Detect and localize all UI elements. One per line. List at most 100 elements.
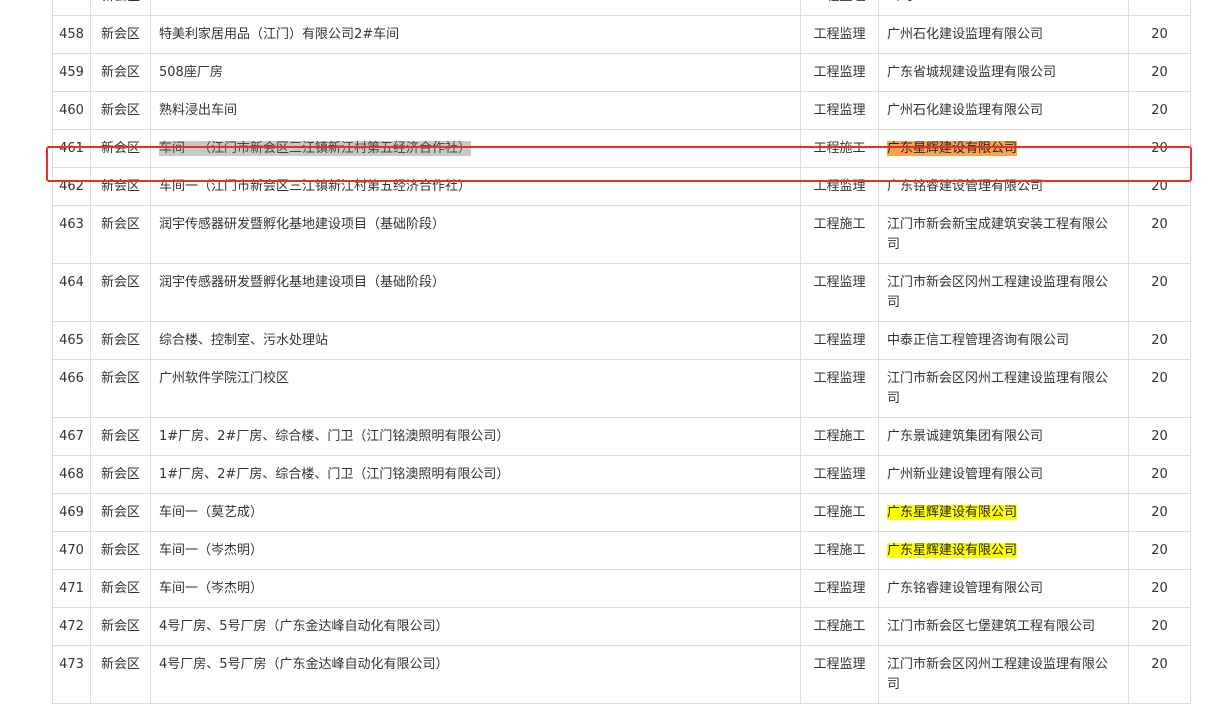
cell-type: 工程监理 bbox=[800, 359, 879, 418]
cell-district-text: 新会区 bbox=[100, 333, 140, 348]
cell-number: 473 bbox=[52, 645, 91, 704]
cell-number: 458 bbox=[52, 15, 91, 54]
table-row[interactable]: 459 新会区 508座厂房 工程监理 广东省城规建设监理有限公司 20 bbox=[52, 53, 1191, 92]
cell-type: 工程施工 bbox=[800, 493, 879, 532]
cell-district: 新会区 bbox=[90, 531, 151, 570]
cell-score: 20 bbox=[1128, 531, 1191, 570]
results-table-container: 新会区工程监理公司458新会区特美利家居用品（江门）有限公司2#车间工程监理广州… bbox=[52, 0, 1191, 704]
cell-district: 新会区 bbox=[90, 263, 151, 322]
cell-number-text: 470 bbox=[59, 543, 84, 558]
cell-company-text: 江门市新会区冈州工程建设监理有限公司 bbox=[887, 275, 1109, 310]
cell-score: 20 bbox=[1128, 455, 1191, 494]
cell-project-text: 车间一（江门市新会区三江镇新江村第五经济合作社） bbox=[159, 179, 472, 194]
cell-project-text: 508座厂房 bbox=[159, 65, 223, 80]
cell-type: 工程施工 bbox=[800, 129, 879, 168]
cell-project-text: 车间一（江门市新会区三江镇新江村第五经济合作社） bbox=[159, 141, 472, 156]
table-row[interactable]: 470 新会区 车间一（岑杰明） 工程施工 广东星辉建设有限公司 20 bbox=[52, 531, 1191, 570]
cell-score-text: 20 bbox=[1151, 179, 1168, 194]
cell-type: 工程监理 bbox=[800, 455, 879, 494]
cell-company-text: 广州石化建设监理有限公司 bbox=[887, 27, 1044, 42]
cell-company-text: 广东星辉建设有限公司 bbox=[887, 505, 1018, 520]
cell-type: 工程监理 bbox=[800, 167, 879, 206]
cell-company: 广州石化建设监理有限公司 bbox=[878, 15, 1129, 54]
cell-project: 润宇传感器研发暨孵化基地建设项目（基础阶段） bbox=[150, 263, 801, 322]
cell-score: 20 bbox=[1128, 53, 1191, 92]
cell-district: 新会区 bbox=[90, 455, 151, 494]
table-row[interactable]: 472 新会区 4号厂房、5号厂房（广东金达峰自动化有限公司） 工程施工 江门市新会区七… bbox=[52, 607, 1191, 646]
cell-score: 20 bbox=[1128, 645, 1191, 704]
table-row[interactable]: 460 新会区 熟料浸出车间 工程监理 广州石化建设监理有限公司 20 bbox=[52, 91, 1191, 130]
cell-company: 广东铭睿建设管理有限公司 bbox=[878, 569, 1129, 608]
table-row[interactable]: 462 新会区 车间一（江门市新会区三江镇新江村第五经济合作社） 工程监理 广东铭睿建设… bbox=[52, 167, 1191, 206]
cell-number: 472 bbox=[52, 607, 91, 646]
cell-number: 468 bbox=[52, 455, 91, 494]
table-row[interactable]: 467 新会区 1#厂房、2#厂房、综合楼、门卫（江门铭澳照明有限公司） 工程施工 广东… bbox=[52, 417, 1191, 456]
cell-type-text: 工程监理 bbox=[813, 179, 866, 194]
cell-project: 车间一（莫艺成） bbox=[150, 493, 801, 532]
table-row[interactable]: 466 新会区 广州软件学院江门校区 工程监理 江门市新会区冈州工程建设监理有限公司 20 bbox=[52, 359, 1191, 418]
cell-score: 20 bbox=[1128, 569, 1191, 608]
table-row[interactable]: 新会区 工程监理 公司 bbox=[52, 0, 1191, 16]
cell-number: 459 bbox=[52, 53, 91, 92]
cell-district-text: 新会区 bbox=[100, 543, 140, 558]
cell-score-text: 20 bbox=[1151, 371, 1168, 386]
cell-project-text: 4号厂房、5号厂房（广东金达峰自动化有限公司） bbox=[159, 619, 449, 634]
cell-number-text: 459 bbox=[59, 65, 84, 80]
cell-district-text: 新会区 bbox=[101, 0, 140, 4]
cell-company: 公司 bbox=[878, 0, 1129, 16]
cell-score: 20 bbox=[1128, 321, 1191, 360]
cell-project: 润宇传感器研发暨孵化基地建设项目（基础阶段） bbox=[150, 205, 801, 264]
cell-district: 新会区 bbox=[90, 569, 151, 608]
cell-type-text: 工程监理 bbox=[813, 657, 866, 672]
cell-project: 车间一（岑杰明） bbox=[150, 569, 801, 608]
table-row[interactable]: 471 新会区 车间一（岑杰明） 工程监理 广东铭睿建设管理有限公司 20 bbox=[52, 569, 1191, 608]
table-row[interactable]: 465 新会区 综合楼、控制室、污水处理站 工程监理 中泰正信工程管理咨询有限公司 20 bbox=[52, 321, 1191, 360]
cell-district-text: 新会区 bbox=[100, 217, 140, 232]
cell-project: 1#厂房、2#厂房、综合楼、门卫（江门铭澳照明有限公司） bbox=[150, 417, 801, 456]
cell-district: 新会区 bbox=[90, 0, 151, 16]
cell-type: 工程监理 bbox=[800, 263, 879, 322]
cell-score-text: 20 bbox=[1151, 619, 1168, 634]
cell-project: 1#厂房、2#厂房、综合楼、门卫（江门铭澳照明有限公司） bbox=[150, 455, 801, 494]
cell-project-text: 1#厂房、2#厂房、综合楼、门卫（江门铭澳照明有限公司） bbox=[159, 429, 510, 444]
cell-score-text: 20 bbox=[1151, 141, 1168, 156]
cell-district-text: 新会区 bbox=[100, 429, 140, 444]
cell-type: 工程施工 bbox=[800, 531, 879, 570]
cell-number-text: 464 bbox=[59, 275, 84, 290]
results-table: 新会区工程监理公司458新会区特美利家居用品（江门）有限公司2#车间工程监理广州… bbox=[52, 0, 1191, 704]
cell-company: 江门市新会新宝成建筑安装工程有限公司 bbox=[878, 205, 1129, 264]
table-row[interactable]: 468 新会区 1#厂房、2#厂房、综合楼、门卫（江门铭澳照明有限公司） 工程监理 广州… bbox=[52, 455, 1191, 494]
cell-number-text: 469 bbox=[59, 505, 84, 520]
table-row[interactable]: 463 新会区 润宇传感器研发暨孵化基地建设项目（基础阶段） 工程施工 江门市新会新宝成… bbox=[52, 205, 1191, 264]
cell-type-text: 工程施工 bbox=[813, 217, 866, 232]
cell-district-text: 新会区 bbox=[100, 27, 140, 42]
cell-score-text: 20 bbox=[1151, 543, 1168, 558]
cell-score-text: 20 bbox=[1151, 275, 1168, 290]
cell-project-text: 车间一（莫艺成） bbox=[159, 505, 264, 520]
cell-project-text: 4号厂房、5号厂房（广东金达峰自动化有限公司） bbox=[159, 657, 449, 672]
cell-type: 工程施工 bbox=[800, 417, 879, 456]
cell-type: 工程监理 bbox=[800, 569, 879, 608]
cell-type: 工程监理 bbox=[800, 15, 879, 54]
cell-type-text: 工程监理 bbox=[813, 275, 866, 290]
cell-score-text: 20 bbox=[1151, 429, 1168, 444]
cell-project: 4号厂房、5号厂房（广东金达峰自动化有限公司） bbox=[150, 645, 801, 704]
table-row[interactable]: 461 新会区 车间一（江门市新会区三江镇新江村第五经济合作社） 工程施工 广东星辉建设… bbox=[52, 129, 1191, 168]
cell-company-text: 广东星辉建设有限公司 bbox=[887, 141, 1018, 156]
cell-type: 工程施工 bbox=[800, 607, 879, 646]
cell-type: 工程监理 bbox=[800, 53, 879, 92]
table-row[interactable]: 473 新会区 4号厂房、5号厂房（广东金达峰自动化有限公司） 工程监理 江门市新会区冈… bbox=[52, 645, 1191, 704]
cell-project: 特美利家居用品（江门）有限公司2#车间 bbox=[150, 15, 801, 54]
table-row[interactable]: 464 新会区 润宇传感器研发暨孵化基地建设项目（基础阶段） 工程监理 江门市新会区冈州… bbox=[52, 263, 1191, 322]
cell-type-text: 工程监理 bbox=[813, 65, 866, 80]
cell-project bbox=[150, 0, 801, 16]
cell-company-text: 广东铭睿建设管理有限公司 bbox=[887, 581, 1044, 596]
cell-district-text: 新会区 bbox=[100, 371, 140, 386]
table-row[interactable]: 469 新会区 车间一（莫艺成） 工程施工 广东星辉建设有限公司 20 bbox=[52, 493, 1191, 532]
cell-project-text: 综合楼、控制室、污水处理站 bbox=[159, 333, 329, 348]
cell-number-text: 463 bbox=[59, 217, 84, 232]
cell-company-text: 公司 bbox=[887, 0, 913, 4]
cell-number: 469 bbox=[52, 493, 91, 532]
table-row[interactable]: 458 新会区 特美利家居用品（江门）有限公司2#车间 工程监理 广州石化建设监理有限公… bbox=[52, 15, 1191, 54]
cell-company: 广东星辉建设有限公司 bbox=[878, 493, 1129, 532]
